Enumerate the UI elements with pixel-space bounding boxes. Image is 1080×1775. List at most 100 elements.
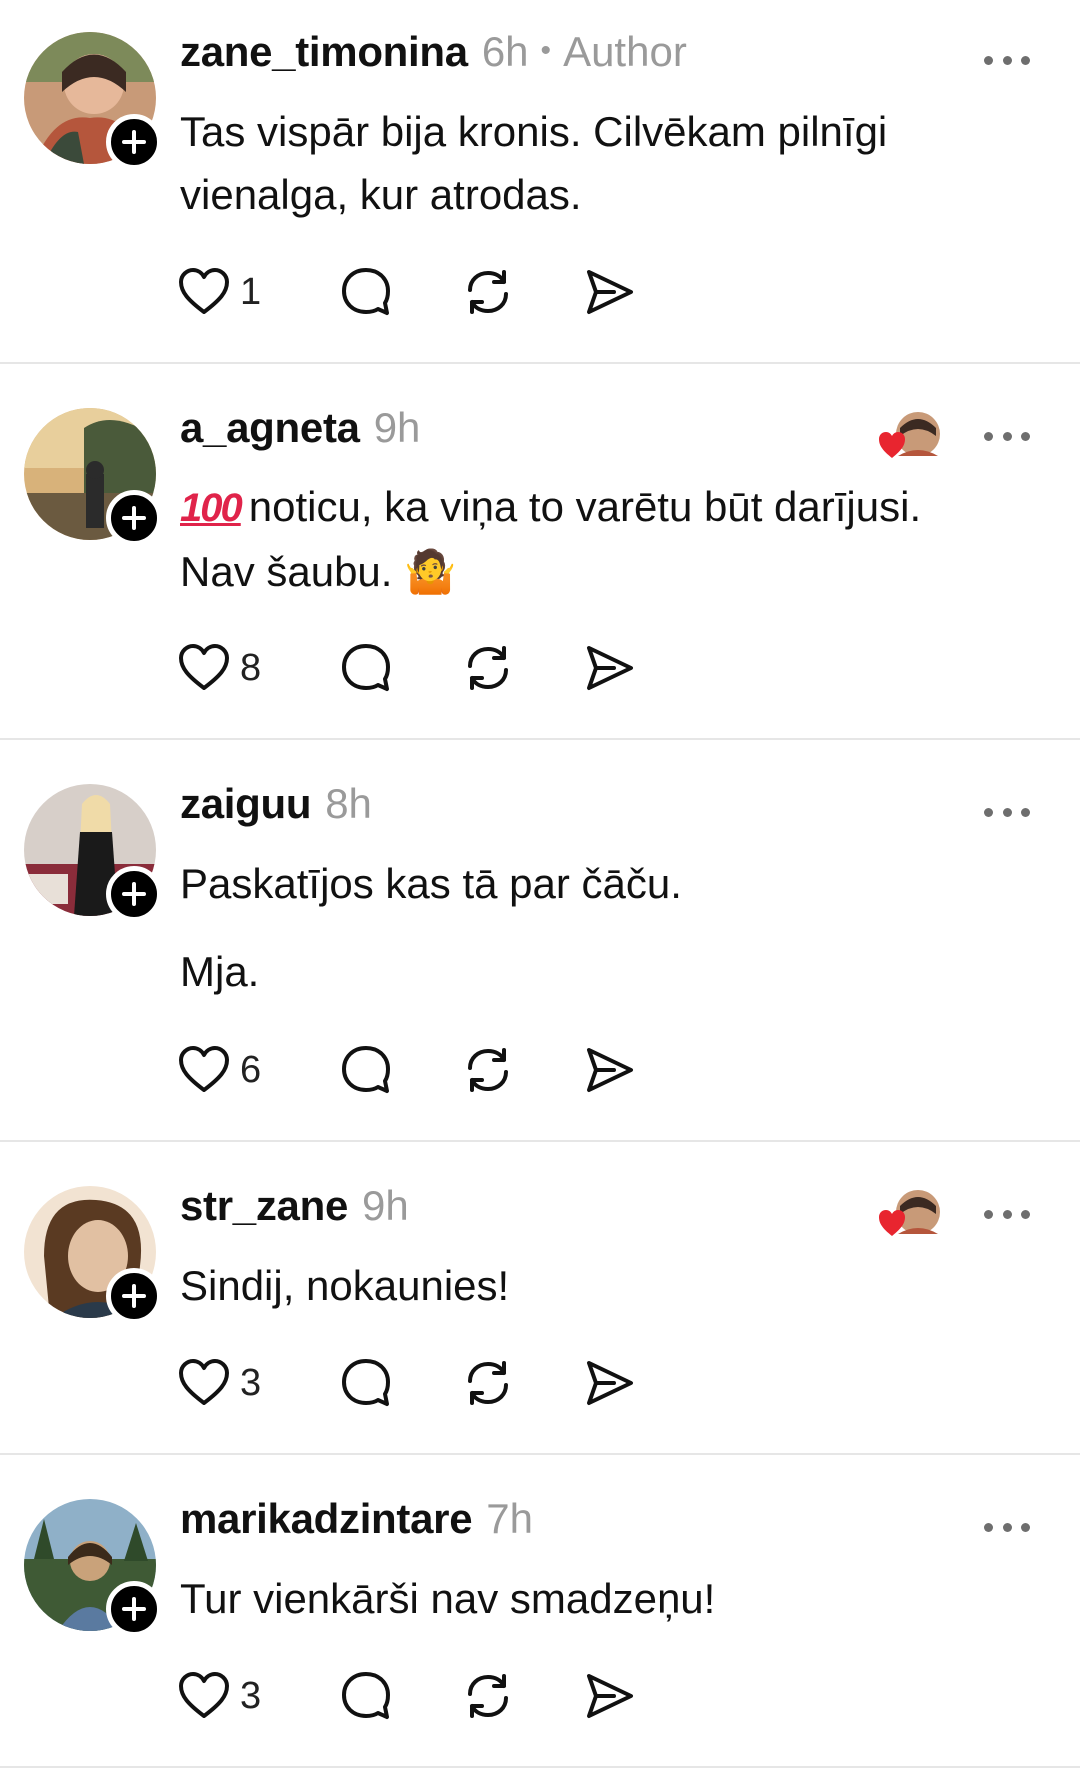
separator-dot: •: [540, 34, 552, 67]
timestamp: 9h: [373, 404, 421, 451]
more-options-button[interactable]: [984, 1517, 1030, 1537]
more-options-button[interactable]: [984, 1204, 1030, 1224]
divider: [0, 1453, 1080, 1455]
action-bar: 1: [178, 262, 678, 322]
username[interactable]: a_agneta: [180, 404, 360, 452]
more-dot: [1002, 1522, 1012, 1532]
speech-bubble-icon: [342, 1672, 390, 1719]
more-dot: [1002, 807, 1012, 817]
like-button[interactable]: 8: [178, 638, 261, 698]
speech-bubble-icon: [342, 1359, 390, 1406]
repost-arrows-icon: [468, 270, 508, 314]
text-line-content: noticu, ka viņa to varētu būt darījusi.: [248, 483, 922, 530]
post-header: str_zane 9h: [180, 1182, 409, 1242]
like-button[interactable]: 3: [178, 1353, 261, 1413]
divider: [0, 1140, 1080, 1142]
like-button[interactable]: 3: [178, 1666, 261, 1726]
timestamp: 9h: [362, 1182, 409, 1229]
follow-button[interactable]: [106, 490, 162, 546]
action-bar: 6: [178, 1040, 678, 1100]
speech-bubble-icon: [342, 1046, 390, 1093]
send-icon: [587, 270, 633, 314]
avatar-wrap: [24, 408, 162, 546]
share-button[interactable]: [584, 262, 636, 322]
text-line: Sindij, nokaunies!: [180, 1262, 510, 1309]
username[interactable]: str_zane: [180, 1182, 348, 1230]
post-header: zane_timonina 6h • Author: [180, 28, 687, 88]
username[interactable]: zaiguu: [180, 780, 312, 828]
repost-arrows-icon: [468, 1361, 508, 1405]
share-button[interactable]: [584, 638, 636, 698]
plus-icon: [122, 882, 146, 906]
reply-button[interactable]: [340, 1353, 392, 1413]
more-dot: [1021, 1522, 1030, 1532]
post-text: 100 noticu, ka viņa to varētu būt darījus…: [180, 475, 1020, 603]
plus-icon: [122, 506, 146, 530]
follow-button[interactable]: [106, 1581, 162, 1637]
text-line-content: Nav šaubu.: [180, 548, 393, 595]
liked-by-author-indicator: [878, 410, 942, 462]
share-button[interactable]: [584, 1353, 636, 1413]
text-line: Tur vienkārši nav smadzeņu!: [180, 1575, 716, 1622]
like-count: 1: [240, 270, 262, 313]
follow-button[interactable]: [106, 866, 162, 922]
avatar-wrap: [24, 1186, 162, 1324]
like-count: 3: [240, 1361, 262, 1404]
shrug-emoji: 🤷: [404, 547, 457, 596]
more-dot: [1021, 431, 1030, 441]
like-button[interactable]: 6: [178, 1040, 261, 1100]
divider: [0, 362, 1080, 364]
more-dots-icon: [984, 431, 993, 441]
share-button[interactable]: [584, 1040, 636, 1100]
repost-arrows-icon: [468, 1674, 508, 1718]
more-options-button[interactable]: [984, 50, 1030, 70]
repost-button[interactable]: [462, 1040, 514, 1100]
divider: [0, 1766, 1080, 1768]
action-bar: 3: [178, 1666, 678, 1726]
timestamp: 7h: [486, 1495, 533, 1542]
text-line: Tas vispār bija kronis. Cilvēkam pilnīgi: [180, 108, 888, 155]
reply-button[interactable]: [340, 1666, 392, 1726]
repost-arrows-icon: [468, 646, 508, 690]
follow-button[interactable]: [106, 114, 162, 170]
more-dots-icon: [984, 55, 993, 65]
post-text: Tur vienkārši nav smadzeņu!: [180, 1567, 1020, 1630]
plus-icon: [122, 130, 146, 154]
heart-filled-icon: [879, 1210, 905, 1236]
send-icon: [587, 1674, 633, 1718]
like-button[interactable]: 1: [178, 262, 261, 322]
repost-button[interactable]: [462, 1666, 514, 1726]
avatar-wrap: [24, 784, 162, 922]
repost-button[interactable]: [462, 638, 514, 698]
like-count: 8: [240, 646, 262, 689]
text-line: Paskatījos kas tā par čāču.: [180, 860, 682, 907]
username[interactable]: zane_timonina: [180, 28, 468, 76]
heart-outline-icon: [179, 268, 229, 314]
more-dot: [1021, 1209, 1030, 1219]
timestamp: 6h: [481, 28, 529, 75]
more-options-button[interactable]: [984, 426, 1030, 446]
follow-button[interactable]: [106, 1268, 162, 1324]
repost-button[interactable]: [462, 262, 514, 322]
share-button[interactable]: [584, 1666, 636, 1726]
reply-button[interactable]: [340, 262, 392, 322]
send-icon: [587, 1048, 633, 1092]
more-dot: [1021, 807, 1030, 817]
plus-icon: [122, 1597, 146, 1621]
repost-button[interactable]: [462, 1353, 514, 1413]
plus-icon: [122, 1284, 146, 1308]
reply-button[interactable]: [340, 1040, 392, 1100]
more-dot: [1002, 431, 1012, 441]
more-options-button[interactable]: [984, 802, 1030, 822]
more-dots-icon: [984, 1522, 993, 1532]
like-count: 3: [240, 1674, 262, 1717]
speech-bubble-icon: [342, 268, 390, 315]
heart-outline-icon: [179, 1359, 229, 1405]
send-icon: [587, 646, 633, 690]
text-line: vienalga, kur atrodas.: [180, 171, 582, 218]
username[interactable]: marikadzintare: [180, 1495, 473, 1543]
text-paragraph: Mja.: [180, 948, 260, 995]
divider: [0, 738, 1080, 740]
reply-button[interactable]: [340, 638, 392, 698]
liked-by-author-indicator: [878, 1188, 942, 1240]
